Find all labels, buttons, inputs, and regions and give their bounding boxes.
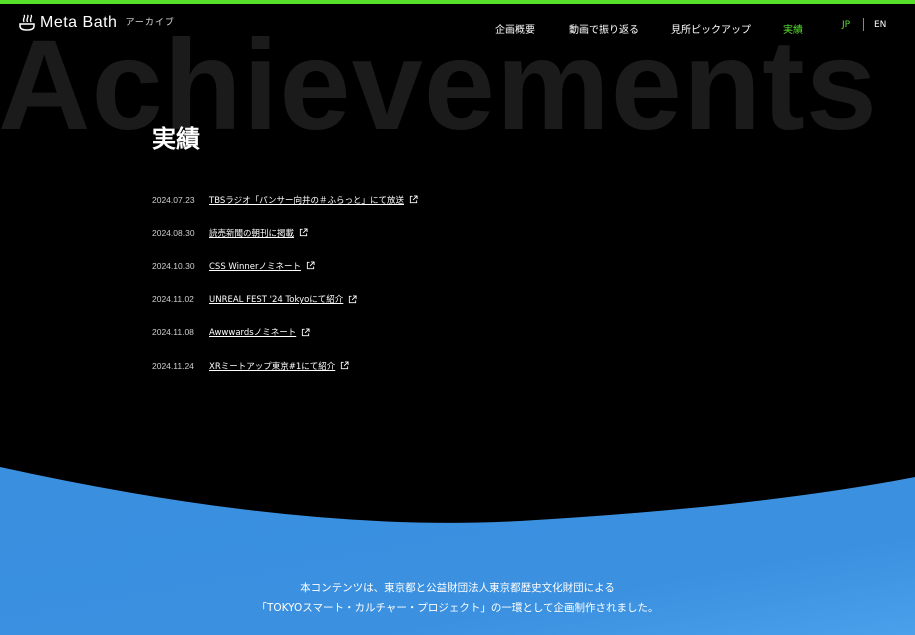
- footer-credit-line-2: 「TOKYOスマート・カルチャー・プロジェクト」の一環として企画制作されました。: [256, 602, 659, 614]
- external-link-icon: [349, 295, 357, 303]
- list-item: 2024.11.08 Awwwardsノミネート: [152, 316, 418, 349]
- footer-credit-line-1: 本コンテンツは、東京都と公益財団法人東京都歴史文化財団による: [300, 582, 615, 594]
- list-item: 2024.10.30 CSS Winnerノミネート: [152, 249, 418, 282]
- news-date: 2024.11.24: [152, 360, 194, 371]
- list-item: 2024.11.24 XRミートアップ東京#1にて紹介: [152, 349, 418, 382]
- footer-credit: 本コンテンツは、東京都と公益財団法人東京都歴史文化財団による 「TOKYOスマー…: [0, 578, 915, 618]
- external-link-icon: [306, 261, 315, 270]
- news-link[interactable]: XRミートアップ東京#1にて紹介: [209, 360, 349, 372]
- news-link[interactable]: UNREAL FEST '24 Tokyoにて紹介: [209, 293, 357, 305]
- news-link-text: UNREAL FEST '24 Tokyoにて紹介: [209, 295, 344, 306]
- external-link-icon: [299, 228, 308, 237]
- external-link-icon: [409, 195, 418, 204]
- external-link-icon: [341, 361, 349, 370]
- list-item: 2024.11.02 UNREAL FEST '24 Tokyoにて紹介: [152, 283, 418, 316]
- news-link[interactable]: 読売新聞の朝刊に掲載: [209, 227, 308, 239]
- list-item: 2024.08.30 読売新聞の朝刊に掲載: [152, 216, 418, 249]
- news-link-text: TBSラジオ「パンサー向井の＃ふらっと」にて放送: [209, 195, 405, 206]
- news-date: 2024.07.23: [152, 194, 195, 205]
- news-date: 2024.10.30: [152, 260, 195, 271]
- list-item: 2024.07.23 TBSラジオ「パンサー向井の＃ふらっと」にて放送: [152, 183, 418, 216]
- news-link-text: CSS Winnerノミネート: [209, 261, 302, 272]
- news-link-text: 読売新聞の朝刊に掲載: [209, 228, 295, 239]
- news-date: 2024.08.30: [152, 227, 195, 238]
- news-date: 2024.11.02: [152, 294, 194, 305]
- news-date: 2024.11.08: [152, 327, 194, 338]
- news-link[interactable]: TBSラジオ「パンサー向井の＃ふらっと」にて放送: [209, 194, 418, 206]
- news-link[interactable]: CSS Winnerノミネート: [209, 260, 315, 272]
- page-title: 実績: [152, 125, 200, 153]
- background-heading-word: Achievements: [0, 14, 878, 157]
- news-link[interactable]: Awwwardsノミネート: [209, 326, 310, 338]
- achievements-list: 2024.07.23 TBSラジオ「パンサー向井の＃ふらっと」にて放送 2024…: [152, 183, 418, 382]
- external-link-icon: [302, 328, 310, 336]
- news-link-text: XRミートアップ東京#1にて紹介: [209, 361, 336, 372]
- news-link-text: Awwwardsノミネート: [209, 328, 297, 339]
